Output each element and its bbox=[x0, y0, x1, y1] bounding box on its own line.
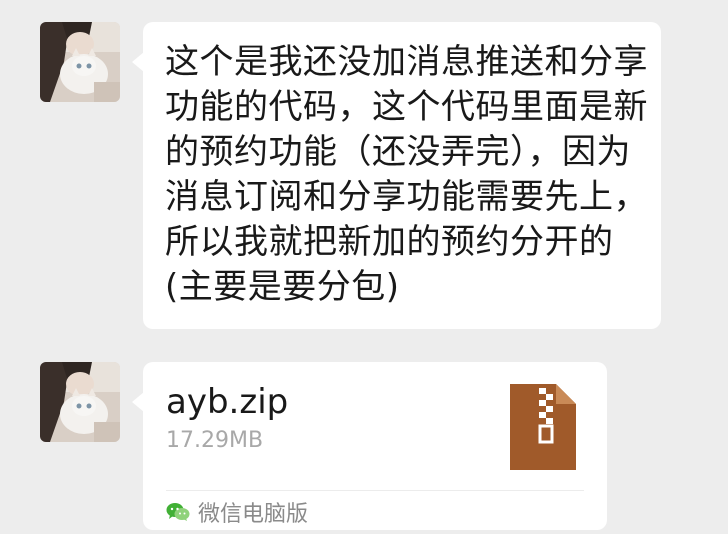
file-name: ayb.zip bbox=[166, 382, 289, 422]
message-text-line: 功能的代码，这个代码里面是新 bbox=[165, 87, 648, 127]
message-text-line: 消息订阅和分享功能需要先上， bbox=[165, 177, 648, 217]
avatar-photo-icon bbox=[40, 22, 120, 102]
message-text-line: 所以我就把新加的预约分开的 bbox=[165, 222, 614, 262]
message-text: 这个是我还没加消息推送和分享 功能的代码，这个代码里面是新 的预约功能（还没弄完… bbox=[165, 40, 655, 310]
avatar-photo-icon bbox=[40, 362, 120, 442]
source-app: 微信电脑版 bbox=[166, 498, 309, 527]
message-text-line: 这个是我还没加消息推送和分享 bbox=[165, 42, 648, 82]
wechat-icon bbox=[166, 503, 190, 521]
message-text-line: (主要是要分包) bbox=[165, 267, 400, 307]
file-size: 17.29MB bbox=[166, 428, 264, 453]
zip-file-icon bbox=[510, 384, 576, 470]
file-message-bubble[interactable]: ayb.zip 17.29MB 微信电脑版 bbox=[132, 362, 607, 530]
message-text-line: 的预约功能（还没弄完），因为 bbox=[165, 132, 631, 172]
divider bbox=[166, 490, 584, 491]
source-label: 微信电脑版 bbox=[198, 502, 309, 527]
message-bubble[interactable]: 这个是我还没加消息推送和分享 功能的代码，这个代码里面是新 的预约功能（还没弄完… bbox=[132, 22, 661, 329]
avatar[interactable] bbox=[40, 22, 120, 102]
avatar[interactable] bbox=[40, 362, 120, 442]
